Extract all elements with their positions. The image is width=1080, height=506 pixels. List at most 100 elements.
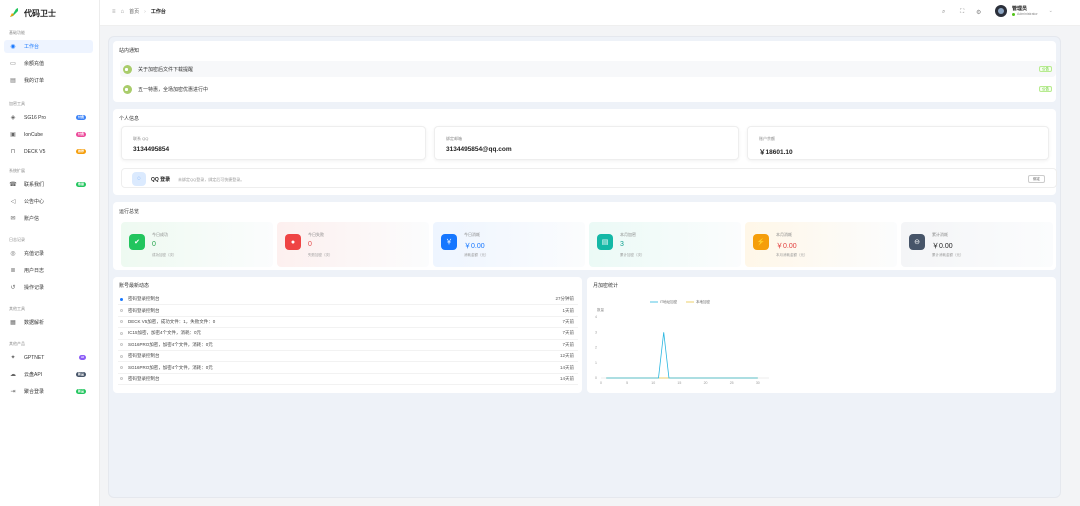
y-tick-label: 3 bbox=[595, 330, 597, 334]
sidebar-item[interactable]: ⊓ DECK V5 推荐 bbox=[4, 145, 93, 158]
stat-card: ￥ 今日消耗 ￥0.00 消耗金额（元） bbox=[433, 222, 585, 267]
notice-item[interactable]: 五一特惠，全场加密优惠进行中 公告 bbox=[120, 81, 1056, 97]
brand-title: 代码卫士 bbox=[24, 8, 56, 18]
breadcrumb-home[interactable]: 首页 bbox=[129, 8, 139, 15]
record-icon: ◎ bbox=[10, 251, 16, 257]
online-status-dot bbox=[1012, 12, 1015, 16]
stat-label: 今日消耗 bbox=[464, 232, 480, 237]
sidebar-item-badge: 推荐 bbox=[75, 149, 86, 154]
activity-text: SG16PRO加密，加密4个文件，消耗：0元 bbox=[128, 364, 213, 370]
brand[interactable]: 代码卫士 bbox=[8, 6, 56, 20]
profile-info-value: ￥18601.10 bbox=[759, 149, 793, 156]
sidebar-item-label: 余额充值 bbox=[24, 61, 45, 67]
notice-tag: 公告 bbox=[1039, 86, 1052, 92]
timeline-dot bbox=[120, 320, 123, 324]
overview-title: 运行总览 bbox=[119, 209, 140, 215]
activity-text: 密码登录控制台 bbox=[128, 307, 160, 313]
chevron-down-icon: ⌄ bbox=[1048, 8, 1053, 14]
activity-text: 密码登录控制台 bbox=[128, 375, 160, 381]
sidebar-item[interactable]: ◁ 公告中心 bbox=[4, 195, 93, 208]
sidebar-item[interactable]: ◎ 充值记录 bbox=[4, 247, 93, 260]
coin-icon: ￥ bbox=[441, 234, 457, 250]
breadcrumb-separator: › bbox=[144, 8, 146, 15]
sidebar-item[interactable]: ▭ 余额充值 bbox=[4, 57, 93, 70]
stat-card: ▤ 本月加密 3 累计加密（次） bbox=[589, 222, 741, 267]
stat-label: 累计消耗 bbox=[932, 232, 948, 237]
sidebar-item[interactable]: ◉ 工作台 bbox=[4, 40, 93, 53]
activity-item: 密码登录控制台 14天前 bbox=[118, 374, 578, 386]
activity-text: SG16PRO加密，加密4个文件，消耗：0元 bbox=[128, 341, 213, 347]
activity-item: DECK V5加密，成功文件：1，失败文件：0 7天前 bbox=[118, 317, 578, 329]
bind-qq-button[interactable]: 绑定 bbox=[1028, 175, 1045, 183]
stat-value: 0 bbox=[308, 241, 312, 248]
qq-desc: 未绑定QQ登录，绑定后可快捷登录。 bbox=[178, 177, 245, 182]
log-icon: ≣ bbox=[10, 268, 16, 274]
sidebar-item-label: DECK V5 bbox=[24, 148, 46, 155]
x-tick-label: 5 bbox=[626, 381, 628, 385]
sidebar-item[interactable]: ▤ 我的订单 bbox=[4, 74, 93, 87]
sidebar-item-badge: 新品 bbox=[75, 372, 86, 377]
settings-icon[interactable]: ⚙ bbox=[976, 9, 981, 16]
speaker-icon bbox=[123, 84, 132, 94]
sidebar-section-title: 系统扩展 bbox=[9, 168, 25, 173]
app-root: 代码卫士 基础功能 ◉ 工作台 ▭ 余额充值 ▤ 我的订单 加密工具 ◈ SG16 Pro 付费 ▣ I… bbox=[0, 0, 1080, 506]
sidebar-item[interactable]: ⇥ 聚合登录 新品 bbox=[4, 385, 93, 398]
timeline-dot bbox=[120, 366, 123, 370]
x-tick-label: 20 bbox=[704, 381, 708, 385]
timeline-dot bbox=[120, 377, 123, 381]
sidebar-item[interactable]: ◈ SG16 Pro 付费 bbox=[4, 111, 93, 124]
activity-item: 密码登录控制台 27分钟前 bbox=[118, 294, 578, 306]
sidebar-item[interactable]: ✉ 账户信 bbox=[4, 212, 93, 225]
sidebar-item[interactable]: ▦ 数据解析 bbox=[4, 316, 93, 329]
activity-title: 账号最新动态 bbox=[119, 283, 150, 289]
x-tick-label: 25 bbox=[730, 381, 734, 385]
timeline-dot bbox=[120, 309, 123, 313]
sidebar-item[interactable]: ☁ 云盘API 新品 bbox=[4, 368, 93, 381]
home-icon: ⌂ bbox=[120, 8, 125, 15]
fullscreen-icon[interactable]: ⛶ bbox=[960, 9, 964, 16]
sidebar-item[interactable]: ☎ 联系我们 客服 bbox=[4, 178, 93, 191]
contact-icon: ☎ bbox=[9, 182, 17, 188]
avatar bbox=[995, 5, 1007, 17]
megaphone-icon: ◁ bbox=[10, 199, 16, 205]
sidebar-item-label: 我的订单 bbox=[24, 78, 45, 84]
notice-item[interactable]: 关于加密后文件下载提醒 公告 bbox=[120, 61, 1056, 77]
profile-info-card: 联系 QQ 3134495854 bbox=[121, 126, 426, 160]
x-tick-label: 0 bbox=[600, 381, 602, 385]
activity-item: 密码登录控制台 12天前 bbox=[118, 351, 578, 363]
sidebar: 代码卫士 基础功能 ◉ 工作台 ▭ 余额充值 ▤ 我的订单 加密工具 ◈ SG16 Pro 付费 ▣ I… bbox=[0, 0, 100, 506]
notice-tag: 公告 bbox=[1039, 66, 1052, 72]
top-bar: ≡ ⌂ 首页 › 工作台 ⌕ ⛶ ⚙ 管理员 Administrator ⌄ bbox=[100, 0, 1080, 26]
sidebar-item[interactable]: ✦ GPTNET AI bbox=[4, 351, 93, 364]
stat-card: ⊖ 累计消耗 ￥0.00 累计消耗金额（元） bbox=[901, 222, 1053, 267]
user-role-row: Administrator bbox=[1012, 12, 1038, 16]
history-icon: ↺ bbox=[10, 285, 16, 291]
stat-card: ✔ 今日成功 0 成功加密（次） bbox=[121, 222, 273, 267]
sidebar-section-title: 其他工具 bbox=[9, 306, 25, 311]
sidebar-item[interactable]: ▣ IonCube 付费 bbox=[4, 128, 93, 141]
x-tick-label: 30 bbox=[756, 381, 760, 385]
parse-icon: ▦ bbox=[10, 320, 16, 326]
breadcrumb: ≡ ⌂ 首页 › 工作台 bbox=[112, 8, 166, 16]
search-icon[interactable]: ⌕ bbox=[942, 9, 945, 16]
sidebar-section-title: 加密工具 bbox=[9, 101, 25, 106]
sidebar-item[interactable]: ↺ 操作记录 bbox=[4, 281, 93, 294]
activity-time: 7天前 bbox=[562, 318, 574, 324]
sidebar-item-label: 数据解析 bbox=[24, 320, 45, 326]
user-menu[interactable]: 管理员 Administrator ⌄ bbox=[995, 5, 1053, 17]
wallet-icon: ▭ bbox=[10, 61, 16, 67]
activity-card: 账号最新动态 密码登录控制台 27分钟前 密码登录控制台 1天前 DECK V5加密，成… bbox=[113, 277, 582, 393]
sidebar-item[interactable]: ≣ 用户日志 bbox=[4, 264, 93, 277]
menu-toggle-icon[interactable]: ≡ bbox=[112, 9, 116, 15]
dashboard-icon: ◉ bbox=[10, 44, 16, 50]
success-icon: ✔ bbox=[129, 234, 145, 250]
sidebar-item-badge: 付费 bbox=[75, 115, 86, 120]
activity-text: IC15加密，加密4个文件，消耗：0元 bbox=[128, 330, 202, 336]
minus-circle-icon: ⊖ bbox=[909, 234, 925, 250]
sidebar-item-label: 用户日志 bbox=[24, 268, 45, 274]
stat-value: ￥0.00 bbox=[932, 243, 953, 250]
sidebar-item-label: 工作台 bbox=[24, 44, 40, 50]
profile-info-value: 3134495854 bbox=[133, 146, 170, 153]
mail-icon: ✉ bbox=[10, 216, 16, 222]
main-content: 站内通知 关于加密后文件下载提醒 公告 五一特惠，全场加密优惠进行中 公告 个人信息 … bbox=[108, 36, 1061, 498]
